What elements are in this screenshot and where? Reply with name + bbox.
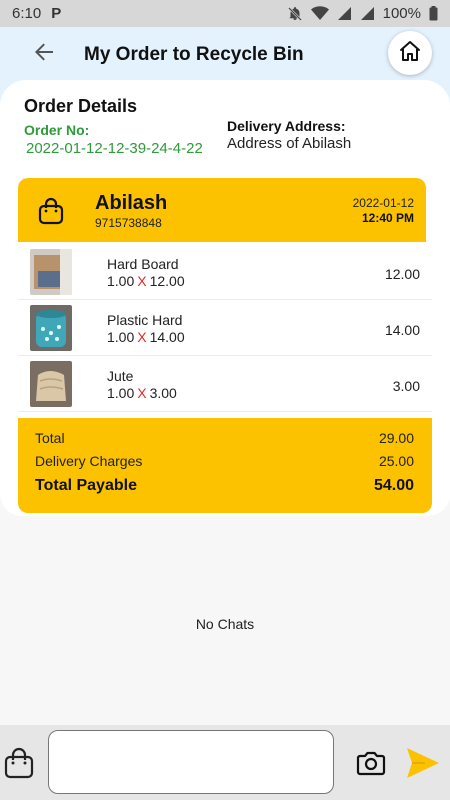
item-name: Plastic Hard	[107, 312, 183, 328]
item-quantity: 1.00 X 3.00	[107, 385, 177, 401]
customer-name: Abilash	[95, 192, 168, 214]
order-card-header: Abilash 9715738848 2022-01-12 12:40 PM	[18, 178, 426, 242]
item-quantity: 1.00 X 14.00	[107, 329, 185, 345]
shopping-bag-icon	[4, 747, 34, 783]
total-payable-label: Total Payable	[35, 477, 137, 494]
item-thumbnail	[30, 361, 72, 407]
list-item: Plastic Hard 1.00 X 14.00 14.00	[18, 300, 432, 356]
order-details-title: Order Details	[24, 96, 138, 116]
camera-icon	[356, 751, 386, 781]
chat-composer	[0, 725, 450, 800]
order-date: 2022-01-12	[352, 196, 414, 210]
status-time: 6:10	[12, 5, 42, 22]
item-quantity: 1.00 X 12.00	[107, 273, 185, 289]
order-items-list: Hard Board 1.00 X 12.00 12.00 Plastic Hard…	[18, 244, 432, 412]
total-label: Total	[35, 430, 65, 446]
wifi-icon	[310, 6, 329, 21]
order-no-label: Order No:	[24, 122, 90, 138]
list-item: Hard Board 1.00 X 12.00 12.00	[18, 244, 432, 300]
item-name: Jute	[107, 368, 134, 384]
item-amount: 12.00	[384, 266, 420, 282]
home-icon	[398, 39, 422, 68]
total-row: Total 29.00	[35, 430, 414, 446]
delivery-charges-value: 25.00	[378, 453, 414, 469]
signal-icon	[337, 6, 352, 21]
page-title: My Order to Recycle Bin	[84, 43, 304, 65]
item-amount: 14.00	[384, 322, 420, 338]
notification-app-icon: P	[51, 5, 62, 22]
delivery-charges-label: Delivery Charges	[35, 453, 143, 469]
attach-order-button[interactable]	[4, 747, 34, 779]
delivery-address-label: Delivery Address:	[227, 118, 346, 134]
no-chats-text: No Chats	[195, 616, 255, 632]
battery-text: 100%	[382, 5, 421, 22]
customer-phone: 9715738848	[95, 216, 162, 230]
signal-icon-2	[360, 6, 375, 21]
back-button[interactable]	[24, 35, 64, 75]
status-bar: 6:10 P 100%	[0, 0, 450, 27]
total-payable-row: Total Payable 54.00	[35, 477, 414, 495]
item-name: Hard Board	[107, 256, 179, 272]
delivery-charges-row: Delivery Charges 25.00	[35, 453, 414, 469]
battery-icon	[429, 6, 438, 21]
order-card: Abilash 9715738848 2022-01-12 12:40 PM H…	[18, 178, 432, 514]
home-button[interactable]	[388, 31, 432, 75]
order-time: 12:40 PM	[361, 211, 414, 225]
shopping-bag-icon	[38, 197, 64, 230]
main-panel: Order Details Order No: 2022-01-12-12-39…	[0, 80, 450, 725]
bell-off-icon	[287, 6, 303, 22]
app-bar: My Order to Recycle Bin	[0, 27, 450, 82]
send-button[interactable]	[405, 746, 441, 780]
total-value: 29.00	[378, 430, 414, 446]
back-arrow-icon	[34, 42, 54, 67]
list-item: Jute 1.00 X 3.00 3.00	[18, 356, 432, 412]
order-totals: Total 29.00 Delivery Charges 25.00 Total…	[18, 418, 432, 513]
order-no-value: 2022-01-12-12-39-24-4-22	[26, 140, 203, 157]
delivery-address-value: Address of Abilash	[227, 135, 352, 152]
message-input[interactable]	[48, 730, 334, 794]
order-details-card: Order Details Order No: 2022-01-12-12-39…	[0, 80, 450, 516]
item-amount: 3.00	[392, 378, 420, 394]
total-payable-value: 54.00	[373, 477, 414, 494]
camera-button[interactable]	[356, 749, 386, 777]
send-icon	[405, 748, 441, 784]
item-thumbnail	[30, 305, 72, 351]
item-thumbnail	[30, 249, 72, 295]
